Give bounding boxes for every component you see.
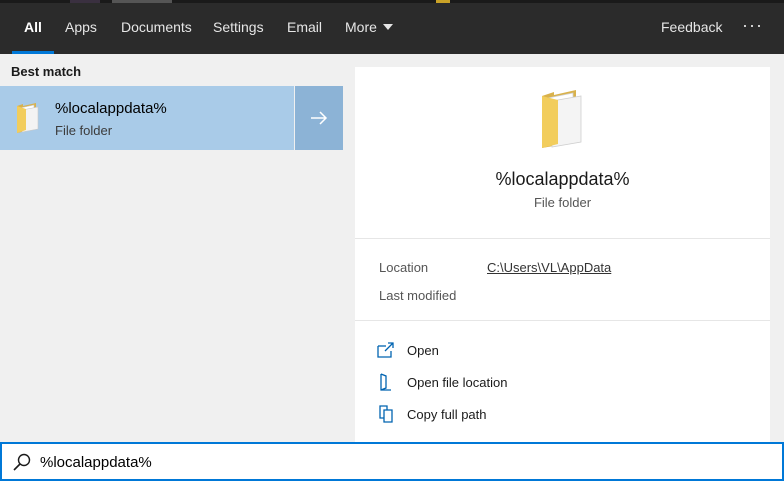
best-match-heading: Best match	[11, 64, 82, 79]
pane-gap-left	[343, 67, 355, 442]
open-file-location-action[interactable]: Open file location	[377, 372, 677, 394]
open-icon	[377, 342, 394, 358]
location-label: Location	[379, 260, 429, 275]
best-match-result[interactable]: %localappdata% File folder	[0, 86, 294, 150]
more-options-icon[interactable]: ···	[742, 0, 763, 54]
search-window: All Apps Documents Settings Email More F…	[0, 0, 784, 481]
details-pane: %localappdata% File folder Location C:\U…	[355, 67, 770, 442]
pane-gutter	[770, 54, 784, 442]
folder-large-icon	[542, 90, 582, 148]
top-bar: All Apps Documents Settings Email More F…	[0, 0, 784, 54]
location-link[interactable]: C:\Users\VL\AppData	[487, 260, 611, 275]
arrow-right-icon	[311, 111, 328, 125]
tab-apps[interactable]: Apps	[65, 0, 97, 54]
results-pane: Best match %localappdata% File folder	[0, 54, 343, 442]
open-action[interactable]: Open	[377, 340, 677, 362]
tab-all[interactable]: All	[12, 0, 54, 54]
result-subtitle: File folder	[55, 123, 113, 138]
open-details-button[interactable]	[295, 86, 343, 150]
copy-full-path-action[interactable]: Copy full path	[377, 404, 677, 426]
copy-icon	[379, 405, 393, 423]
tab-more-label: More	[345, 19, 377, 35]
divider	[355, 238, 770, 239]
tab-settings[interactable]: Settings	[213, 0, 264, 54]
pane-gap-top	[343, 54, 770, 67]
result-title: %localappdata%	[55, 100, 167, 117]
folder-icon	[17, 103, 39, 133]
tab-more[interactable]: More	[345, 0, 393, 54]
search-input[interactable]	[40, 450, 740, 474]
chevron-down-icon	[382, 24, 393, 31]
feedback-button[interactable]: Feedback	[661, 0, 722, 54]
details-title: %localappdata%	[495, 169, 630, 189]
tab-documents[interactable]: Documents	[121, 0, 192, 54]
last-modified-label: Last modified	[379, 288, 457, 303]
divider	[355, 320, 770, 321]
copy-full-path-label: Copy full path	[407, 407, 487, 422]
file-location-icon	[380, 373, 391, 391]
open-action-label: Open	[407, 343, 439, 358]
search-icon	[13, 453, 31, 471]
tab-email[interactable]: Email	[287, 0, 322, 54]
details-subtitle: File folder	[533, 195, 592, 210]
search-bar	[0, 442, 784, 481]
open-file-location-label: Open file location	[407, 375, 508, 390]
